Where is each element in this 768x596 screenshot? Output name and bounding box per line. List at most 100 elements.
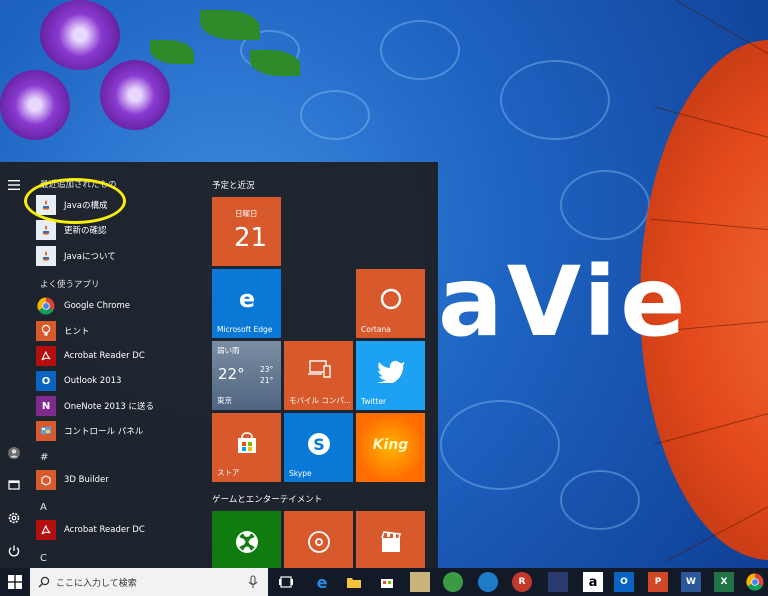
cortana-icon <box>356 287 425 311</box>
hamburger-menu-button[interactable] <box>3 174 25 196</box>
tile-label: Twitter <box>361 397 387 406</box>
movies-tv-tile[interactable] <box>356 511 425 568</box>
cortana-tile[interactable]: Cortana <box>356 269 425 338</box>
excel-icon[interactable]: X <box>714 572 734 592</box>
control-panel-icon <box>36 421 56 441</box>
app-label: Acrobat Reader DC <box>64 525 145 535</box>
skype-tile[interactable]: S Skype <box>284 413 353 482</box>
acrobat-icon <box>36 520 56 540</box>
tile-label: Skype <box>289 469 312 478</box>
section-header-hash[interactable]: # <box>40 452 48 463</box>
app-item-google-chrome[interactable]: Google Chrome <box>36 295 202 317</box>
app-label: Google Chrome <box>64 301 131 311</box>
chrome-icon[interactable] <box>745 572 765 592</box>
app-label: Acrobat Reader DC <box>64 351 145 361</box>
photo-app-icon[interactable] <box>410 572 430 592</box>
app-label: OneNote 2013 に送る <box>64 402 154 412</box>
search-icon <box>38 576 50 588</box>
xbox-tile[interactable] <box>212 511 281 568</box>
weather-low: 21° <box>260 376 274 385</box>
app-item-onenote[interactable]: N OneNote 2013 に送る <box>36 395 202 417</box>
phone-companion-tile[interactable]: モバイル コンパ... <box>284 341 353 410</box>
3d-builder-icon <box>36 470 56 490</box>
taskbar: ここに入力して検索 e R a O P W X <box>0 568 768 596</box>
highlight-annotation <box>24 178 126 224</box>
settings-button[interactable] <box>3 507 25 529</box>
java-icon <box>36 246 56 266</box>
file-explorer-icon[interactable] <box>344 572 364 592</box>
user-account-button[interactable] <box>3 442 25 464</box>
outlook-icon[interactable]: O <box>614 572 634 592</box>
outlook-icon: O <box>36 371 56 391</box>
app-label: ヒント <box>64 327 90 337</box>
wallpaper-logo: aVie <box>438 246 690 358</box>
weather-city: 東京 <box>217 396 232 405</box>
app-item-acrobat-reader-a[interactable]: Acrobat Reader DC <box>36 519 202 541</box>
windows-logo-icon <box>8 575 22 589</box>
amazon-icon[interactable]: a <box>583 572 603 592</box>
java-icon <box>36 220 56 240</box>
app-label: コントロール パネル <box>64 427 144 437</box>
app-label: Outlook 2013 <box>64 376 122 386</box>
start-menu: 最近追加されたもの Javaの構成 更新の確認 Javaについて よく使うアプリ… <box>0 162 438 568</box>
app-item-acrobat-reader[interactable]: Acrobat Reader DC <box>36 345 202 367</box>
app-item-3d-builder[interactable]: 3D Builder <box>36 469 202 491</box>
twitter-icon <box>356 359 425 383</box>
acrobat-icon <box>36 346 56 366</box>
tile-group-title: ゲームとエンターテイメント <box>212 495 323 505</box>
section-header-c[interactable]: C <box>40 553 47 564</box>
weather-condition: 弱い雨 <box>217 346 240 355</box>
gear-icon <box>8 512 20 524</box>
task-view-icon[interactable] <box>276 572 296 592</box>
onenote-icon: N <box>36 396 56 416</box>
edge-icon[interactable]: e <box>312 572 332 592</box>
film-clapper-icon <box>356 529 425 555</box>
game-app-icon[interactable] <box>443 572 463 592</box>
power-button[interactable] <box>3 540 25 562</box>
taskbar-search-box[interactable]: ここに入力して検索 <box>30 568 268 596</box>
weather-tile[interactable]: 弱い雨 22° 23° 21° 東京 <box>212 341 281 410</box>
globe-app-icon[interactable] <box>478 572 498 592</box>
search-placeholder: ここに入力して検索 <box>56 578 137 589</box>
xbox-icon <box>212 529 281 555</box>
start-button[interactable] <box>0 568 30 596</box>
app-item-control-panel[interactable]: コントロール パネル <box>36 420 202 442</box>
music-disc-icon <box>284 529 353 555</box>
weather-high: 23° <box>260 365 274 374</box>
section-header-a[interactable]: A <box>40 502 47 513</box>
calendar-day-name: 日曜日 <box>235 209 258 218</box>
lightbulb-icon <box>36 321 56 341</box>
documents-button[interactable] <box>3 474 25 496</box>
app-item-tips[interactable]: ヒント <box>36 320 202 342</box>
store-icon[interactable] <box>377 572 397 592</box>
phone-companion-icon <box>284 359 353 379</box>
svg-text:S: S <box>313 435 325 454</box>
calendar-day-number: 21 <box>234 223 268 253</box>
app-label: 更新の確認 <box>64 226 107 236</box>
store-icon <box>212 431 281 455</box>
powerpoint-icon[interactable]: P <box>648 572 668 592</box>
calendar-tile[interactable]: 日曜日 21 <box>212 197 281 266</box>
store-tile[interactable]: ストア <box>212 413 281 482</box>
app-item-outlook[interactable]: O Outlook 2013 <box>36 370 202 392</box>
edge-tile[interactable]: e Microsoft Edge <box>212 269 281 338</box>
r-app-icon[interactable]: R <box>512 572 532 592</box>
groove-music-tile[interactable] <box>284 511 353 568</box>
app-label: Javaについて <box>64 252 116 262</box>
media-app-icon[interactable] <box>548 572 568 592</box>
word-icon[interactable]: W <box>681 572 701 592</box>
app-item-about-java[interactable]: Javaについて <box>36 245 202 267</box>
twitter-tile[interactable]: Twitter <box>356 341 425 410</box>
tile-label: Microsoft Edge <box>217 325 273 334</box>
svg-text:e: e <box>238 287 254 311</box>
king-tile[interactable]: King <box>356 413 425 482</box>
tiles-area: 予定と近況 日曜日 21 e Microsoft Edge Cortana 弱い… <box>212 162 432 568</box>
microphone-icon[interactable] <box>248 575 258 589</box>
app-list: 最近追加されたもの Javaの構成 更新の確認 Javaについて よく使うアプリ… <box>32 162 202 568</box>
tile-group-title: 予定と近況 <box>212 181 255 191</box>
edge-icon: e <box>212 287 281 311</box>
weather-temp: 22° <box>218 365 245 383</box>
tile-label: Cortana <box>361 325 391 334</box>
start-left-rail <box>0 162 28 568</box>
power-icon <box>8 545 20 557</box>
